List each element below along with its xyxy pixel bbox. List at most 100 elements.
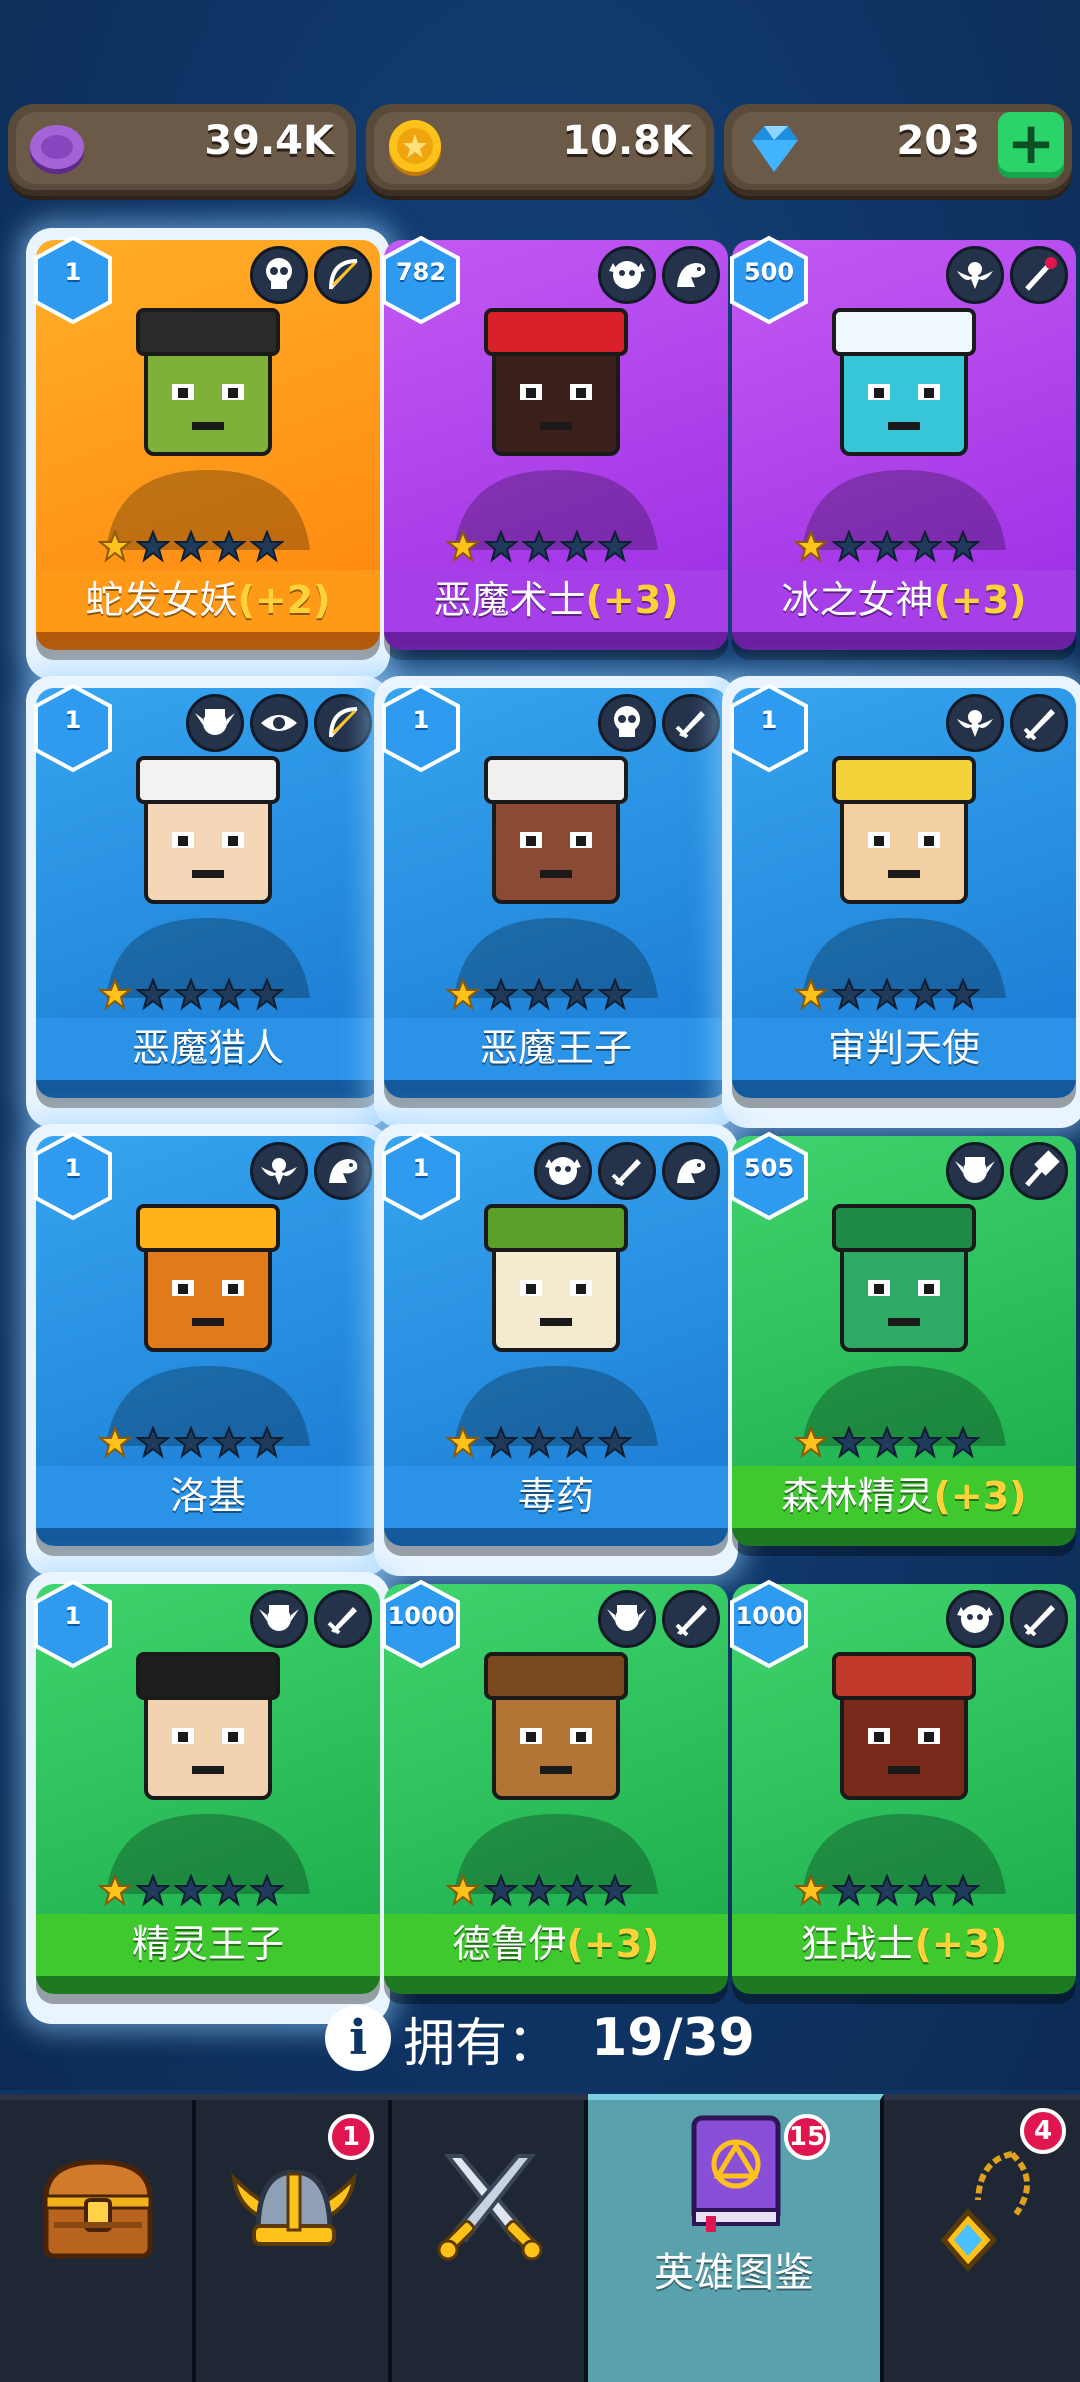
hero-name: 审判天使 [827, 1026, 980, 1070]
hero-level: 1 [64, 1602, 82, 1630]
hero-class-icons [598, 246, 720, 304]
hero-card[interactable]: 森林精灵(+3) 505 [730, 1131, 1076, 1558]
hero-name: 德鲁伊 [452, 1922, 567, 1966]
star-icon [560, 978, 594, 1011]
star-icon [522, 978, 556, 1011]
skull-icon [266, 258, 292, 289]
dagger-icon [327, 1607, 357, 1635]
dagger-icon [675, 711, 705, 739]
bow-icon [329, 707, 358, 738]
heroes-badge: 1 [328, 2114, 374, 2160]
hero-card[interactable]: 恶魔猎人 1 [26, 676, 390, 1128]
gold-coin-icon [389, 120, 441, 176]
hero-name: 森林精灵 [781, 1474, 934, 1518]
hero-class-icons [946, 246, 1068, 304]
star-icon [946, 978, 980, 1011]
hero-name: 毒药 [517, 1474, 594, 1518]
hero-card[interactable]: 狂战士(+3) 1000 [730, 1579, 1076, 2006]
star-icon [794, 530, 828, 563]
hero-portrait [106, 1204, 310, 1446]
hero-card[interactable]: 恶魔王子 1 [374, 676, 738, 1128]
star-icon [136, 1874, 170, 1907]
gem-currency-panel[interactable]: 203 + [724, 104, 1072, 196]
hero-level: 1000 [387, 1602, 455, 1630]
info-icon[interactable]: i [325, 2005, 392, 2071]
star-icon [98, 978, 132, 1011]
hero-card[interactable]: 毒药 1 [374, 1124, 738, 1576]
hero-card[interactable]: 蛇发女妖(+2) 1 [26, 228, 390, 680]
hero-stars [98, 1426, 284, 1460]
hero-card[interactable]: 洛基 1 [26, 1124, 390, 1576]
gold-currency-panel[interactable]: 10.8K [366, 104, 714, 196]
sword-icon [1023, 1605, 1055, 1637]
hero-guide-badge: 15 [784, 2114, 830, 2160]
sword-icon [1023, 709, 1055, 741]
hero-stars [446, 530, 632, 564]
star-icon [832, 978, 866, 1011]
hero-portrait [106, 1652, 310, 1894]
nav-tab-hero-guide[interactable]: 英雄图鉴 15 [588, 2094, 884, 2382]
hero-stars [98, 1874, 284, 1908]
hero-stars [98, 978, 284, 1012]
nav-tab-chest[interactable] [0, 2100, 196, 2382]
hero-card[interactable]: 冰之女神(+3) 500 [730, 235, 1076, 662]
star-icon [598, 978, 632, 1011]
hero-portrait [802, 756, 1006, 998]
hero-portrait [106, 308, 310, 550]
star-icon [560, 530, 594, 563]
hero-level: 782 [395, 258, 447, 286]
add-gems-button[interactable]: + [998, 112, 1064, 178]
angel-icon [957, 262, 993, 289]
nav-tab-amulet[interactable]: 4 [884, 2100, 1080, 2382]
hero-portrait [454, 756, 658, 998]
purple-currency-amount: 39.4K [204, 118, 334, 164]
gem-currency-amount: 203 [896, 118, 981, 164]
bottom-nav: 1 英雄图鉴 15 4 [0, 2094, 1080, 2382]
hero-card[interactable]: 审判天使 1 [722, 676, 1080, 1128]
hero-name: 蛇发女妖 [85, 578, 238, 622]
amulet-icon [940, 2151, 1031, 2272]
star-icon [250, 1874, 284, 1907]
elf-icon [259, 1605, 299, 1631]
star-icon [250, 530, 284, 563]
dagger-icon [611, 1159, 641, 1187]
hero-card[interactable]: 德鲁伊(+3) 1000 [382, 1579, 728, 2006]
star-icon [484, 530, 518, 563]
collection-summary: i 拥有： 19/39 [0, 1998, 1080, 2078]
hero-bonus: (+3) [933, 1474, 1027, 1518]
nav-tab-battle[interactable] [392, 2100, 588, 2382]
hero-stars [446, 1426, 632, 1460]
star-icon [212, 530, 246, 563]
angel-icon [957, 710, 993, 737]
hero-card[interactable]: 恶魔术士(+3) 782 [382, 235, 728, 662]
hero-stars [794, 1874, 980, 1908]
star-icon [174, 978, 208, 1011]
hero-name: 狂战士 [800, 1922, 915, 1966]
hero-name: 洛基 [169, 1474, 246, 1518]
sword-icon [675, 1605, 707, 1637]
hero-level: 1 [64, 706, 82, 734]
star-icon [560, 1874, 594, 1907]
dragon-icon [677, 263, 706, 287]
hero-stars [446, 1874, 632, 1908]
star-icon [484, 1874, 518, 1907]
purple-currency-panel[interactable]: 39.4K [8, 104, 356, 196]
star-icon [484, 1426, 518, 1459]
star-icon [832, 530, 866, 563]
hero-card[interactable]: 精灵王子 1 [26, 1572, 390, 2024]
crossed-swords-icon [437, 2154, 543, 2261]
star-icon [870, 1874, 904, 1907]
hero-portrait [802, 1652, 1006, 1894]
star-icon [908, 978, 942, 1011]
diamond-icon [752, 126, 798, 172]
hero-level: 500 [743, 258, 795, 286]
hero-bonus: (+3) [585, 578, 679, 622]
star-icon [522, 1426, 556, 1459]
star-icon [946, 530, 980, 563]
star-icon [598, 1874, 632, 1907]
hero-portrait [802, 308, 1006, 550]
hero-portrait [802, 1204, 1006, 1446]
star-icon [174, 1874, 208, 1907]
nav-tab-heroes[interactable]: 1 [196, 2100, 392, 2382]
hero-level: 1000 [735, 1602, 803, 1630]
